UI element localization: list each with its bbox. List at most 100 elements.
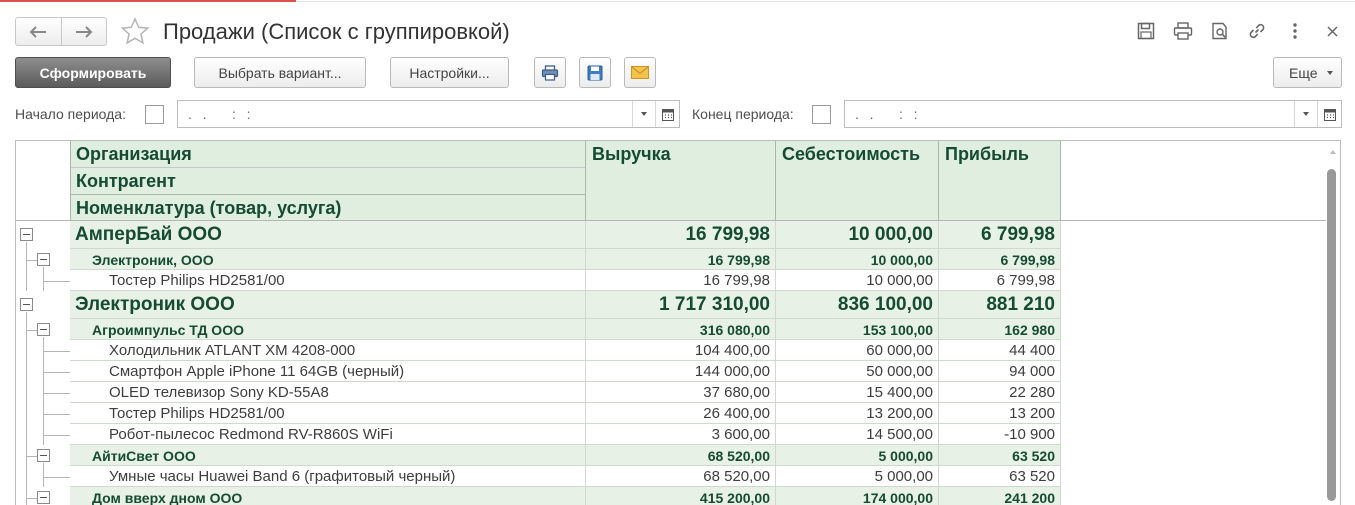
row-revenue-cell[interactable]: 26 400,00	[585, 403, 775, 424]
row-cost-cell[interactable]: 14 500,00	[775, 424, 938, 445]
choose-variant-button[interactable]: Выбрать вариант...	[194, 57, 366, 88]
collapse-group-toggle[interactable]	[37, 323, 50, 336]
row-cost-cell[interactable]: 10 000,00	[775, 249, 938, 270]
row-cost-cell[interactable]: 60 000,00	[775, 340, 938, 361]
row-name-cell[interactable]: Электроник, ООО	[70, 249, 585, 270]
row-revenue-cell[interactable]: 37 680,00	[585, 382, 775, 403]
row-name-cell[interactable]: Умные часы Huawei Band 6 (графитовый чер…	[70, 466, 585, 487]
row-cost-cell[interactable]: 174 000,00	[775, 487, 938, 505]
row-profit-cell[interactable]: 881 210	[938, 291, 1060, 319]
row-cost-cell[interactable]: 50 000,00	[775, 361, 938, 382]
period-end-input[interactable]: . . : :	[844, 100, 1342, 128]
collapse-group-toggle[interactable]	[20, 298, 33, 311]
window-link-button[interactable]	[1245, 19, 1269, 43]
row-cost-cell[interactable]: 836 100,00	[775, 291, 938, 319]
row-profit-cell[interactable]: 94 000	[938, 361, 1060, 382]
collapse-group-toggle[interactable]	[37, 253, 50, 266]
row-revenue-cell[interactable]: 104 400,00	[585, 340, 775, 361]
group-row[interactable]: АйтиСвет ООО 68 520,00 5 000,00 63 520	[16, 445, 1326, 466]
table-row[interactable]: Холодильник ATLANT ХМ 4208-000 104 400,00…	[16, 340, 1326, 361]
row-name-cell[interactable]: Холодильник ATLANT ХМ 4208-000	[70, 340, 585, 361]
favorite-star-button[interactable]	[120, 17, 150, 47]
table-row[interactable]: Тостер Philips HD2581/00 26 400,00 13 200,…	[16, 403, 1326, 424]
scrollbar-thumb[interactable]	[1327, 169, 1336, 501]
row-cost-cell[interactable]: 153 100,00	[775, 319, 938, 340]
forward-button[interactable]	[60, 18, 107, 45]
row-profit-cell[interactable]: 44 400	[938, 340, 1060, 361]
period-end-dropdown-button[interactable]	[1294, 101, 1317, 127]
send-email-button[interactable]	[624, 57, 656, 88]
window-save-button[interactable]	[1134, 19, 1158, 43]
group-row[interactable]: Дом вверх дном ООО 415 200,00 174 000,00 24…	[16, 487, 1326, 505]
table-row[interactable]: OLED телевизор Sony KD-55A8 37 680,00 15 4…	[16, 382, 1326, 403]
row-profit-cell[interactable]: 63 520	[938, 445, 1060, 466]
group-row[interactable]: Электроник, ООО 16 799,98 10 000,00 6 799,9…	[16, 249, 1326, 270]
row-name-cell[interactable]: Электроник ООО	[70, 291, 585, 319]
period-start-dropdown-button[interactable]	[632, 101, 655, 127]
row-revenue-cell[interactable]: 1 717 310,00	[585, 291, 775, 319]
row-revenue-cell[interactable]: 16 799,98	[585, 270, 775, 291]
table-row[interactable]: Тостер Philips HD2581/00 16 799,98 10 000,…	[16, 270, 1326, 291]
group-row[interactable]: Агроимпульс ТД ООО 316 080,00 153 100,00 16…	[16, 319, 1326, 340]
row-name-cell[interactable]: Агроимпульс ТД ООО	[70, 319, 585, 340]
row-name-cell[interactable]: Робот-пылесос Redmond RV-R860S WiFi	[70, 424, 585, 445]
row-profit-cell[interactable]: -10 900	[938, 424, 1060, 445]
row-name-cell[interactable]: Тостер Philips HD2581/00	[70, 403, 585, 424]
window-print-button[interactable]	[1171, 19, 1195, 43]
generate-report-button[interactable]: Сформировать	[15, 57, 171, 88]
row-name-cell[interactable]: АйтиСвет ООО	[70, 445, 585, 466]
table-row[interactable]: Умные часы Huawei Band 6 (графитовый чер…	[16, 466, 1326, 487]
settings-button[interactable]: Настройки...	[390, 57, 509, 88]
period-end-checkbox[interactable]	[812, 105, 831, 124]
group-row[interactable]: Электроник ООО 1 717 310,00 836 100,00 881 …	[16, 291, 1326, 319]
row-name-cell[interactable]: Смартфон Apple iPhone 11 64GB (черный)	[70, 361, 585, 382]
more-button[interactable]: Еще	[1273, 57, 1342, 88]
save-button[interactable]	[579, 57, 611, 88]
row-revenue-cell[interactable]: 144 000,00	[585, 361, 775, 382]
row-revenue-cell[interactable]: 415 200,00	[585, 487, 775, 505]
table-row[interactable]: Смартфон Apple iPhone 11 64GB (черный) 14…	[16, 361, 1326, 382]
row-profit-cell[interactable]: 6 799,98	[938, 221, 1060, 249]
row-name-cell[interactable]: Дом вверх дном ООО	[70, 487, 585, 505]
group-row[interactable]: АмперБай ООО 16 799,98 10 000,00 6 799,98	[16, 221, 1326, 249]
row-cost-cell[interactable]: 15 400,00	[775, 382, 938, 403]
row-revenue-cell[interactable]: 3 600,00	[585, 424, 775, 445]
period-start-calendar-button[interactable]	[655, 101, 679, 127]
row-revenue-cell[interactable]: 68 520,00	[585, 445, 775, 466]
row-cost-cell[interactable]: 10 000,00	[775, 270, 938, 291]
period-end-calendar-button[interactable]	[1317, 101, 1341, 127]
row-cost-cell[interactable]: 13 200,00	[775, 403, 938, 424]
period-start-input[interactable]: . . : :	[177, 100, 680, 128]
window-more-button[interactable]	[1283, 19, 1307, 43]
row-profit-cell[interactable]: 6 799,98	[938, 249, 1060, 270]
row-revenue-cell[interactable]: 16 799,98	[585, 221, 775, 249]
window-close-button[interactable]	[1320, 19, 1344, 43]
row-name-cell[interactable]: OLED телевизор Sony KD-55A8	[70, 382, 585, 403]
row-revenue-cell[interactable]: 316 080,00	[585, 319, 775, 340]
row-profit-cell[interactable]: 22 280	[938, 382, 1060, 403]
row-revenue-cell[interactable]: 16 799,98	[585, 249, 775, 270]
row-profit-cell[interactable]: 241 200	[938, 487, 1060, 505]
row-profit-cell[interactable]: 13 200	[938, 403, 1060, 424]
report-spreadsheet[interactable]: Организация Контрагент Номенклатура (тов…	[15, 140, 1341, 505]
back-button[interactable]	[16, 18, 61, 45]
row-profit-cell[interactable]: 63 520	[938, 466, 1060, 487]
row-cost-cell[interactable]: 10 000,00	[775, 221, 938, 249]
row-cost-cell[interactable]: 5 000,00	[775, 466, 938, 487]
window-preview-button[interactable]	[1208, 19, 1232, 43]
vertical-scrollbar[interactable]	[1326, 141, 1340, 505]
column-separator	[1060, 340, 1061, 361]
period-start-checkbox[interactable]	[145, 105, 164, 124]
collapse-group-toggle[interactable]	[37, 491, 50, 504]
collapse-group-toggle[interactable]	[20, 228, 33, 241]
table-row[interactable]: Робот-пылесос Redmond RV-R860S WiFi 3 600…	[16, 424, 1326, 445]
print-button[interactable]	[534, 57, 566, 88]
scroll-up-arrow-icon[interactable]	[1330, 150, 1336, 154]
row-profit-cell[interactable]: 6 799,98	[938, 270, 1060, 291]
row-name-cell[interactable]: Тостер Philips HD2581/00	[70, 270, 585, 291]
row-revenue-cell[interactable]: 68 520,00	[585, 466, 775, 487]
row-name-cell[interactable]: АмперБай ООО	[70, 221, 585, 249]
row-profit-cell[interactable]: 162 980	[938, 319, 1060, 340]
row-cost-cell[interactable]: 5 000,00	[775, 445, 938, 466]
collapse-group-toggle[interactable]	[37, 449, 50, 462]
